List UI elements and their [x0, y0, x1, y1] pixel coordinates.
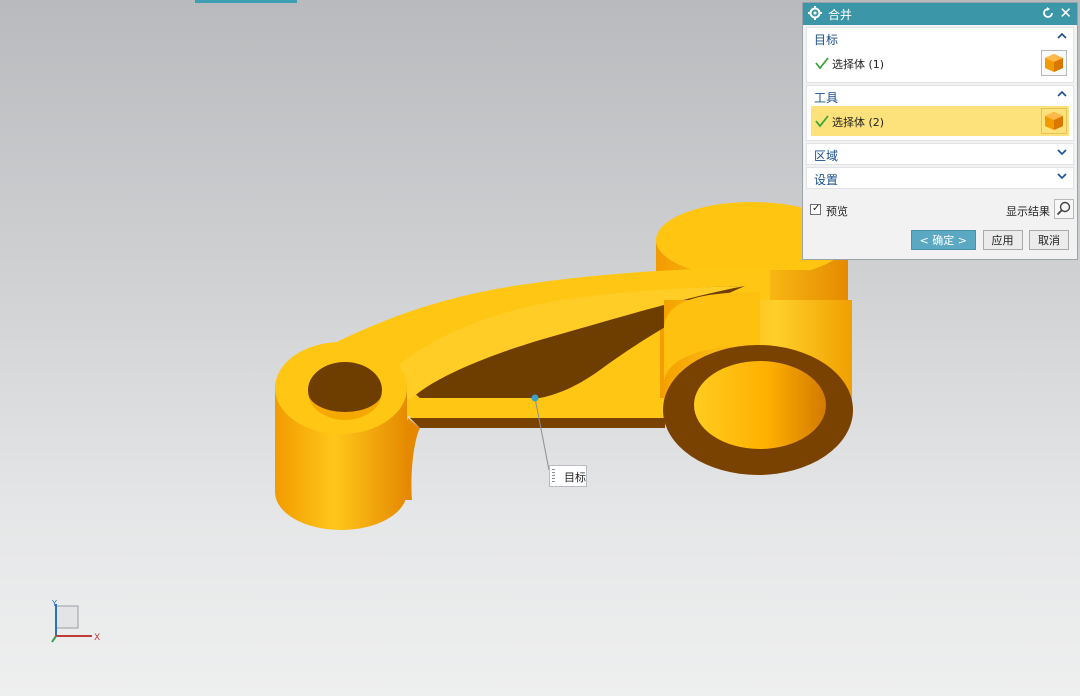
select-body-button[interactable]	[1041, 50, 1067, 76]
tool-group-label: 工具	[814, 91, 839, 105]
chevron-up-icon[interactable]	[1057, 31, 1067, 41]
show-result-label: 显示结果	[1006, 205, 1050, 218]
x-axis-label: X	[94, 633, 100, 643]
chevron-down-icon[interactable]	[1057, 171, 1067, 181]
preview-row: ✓ 预览 显示结果	[810, 199, 1074, 222]
settings-group: 设置	[806, 167, 1074, 189]
preview-label: 预览	[826, 205, 848, 218]
preview-checkbox[interactable]: ✓	[810, 203, 821, 215]
tool-group-header[interactable]: 工具	[807, 86, 1073, 106]
solid-body-icon	[1045, 54, 1063, 72]
tool-select-label: 选择体 (2)	[832, 116, 885, 129]
wcs-triad: X Y	[51, 599, 100, 643]
target-select-label: 选择体 (1)	[832, 58, 885, 71]
region-group-label: 区域	[814, 149, 839, 163]
dialog-title: 合并	[828, 8, 853, 22]
tool-group: 工具 选择体 (2)	[806, 85, 1074, 141]
check-icon	[815, 115, 829, 128]
callout-label: 目标	[564, 471, 586, 484]
show-result-button[interactable]	[1054, 199, 1074, 219]
unite-dialog[interactable]: 合并 ✕ 目标 选择体 (1) 工具 选择体 (2) 区域 设置 ✓ 预览 显示…	[802, 2, 1078, 260]
chevron-down-icon[interactable]	[1057, 147, 1067, 157]
selection-point[interactable]	[531, 394, 539, 402]
target-select-row[interactable]: 选择体 (1)	[811, 48, 1069, 78]
target-callout: 目标	[549, 465, 587, 487]
magnifier-icon	[1056, 201, 1071, 216]
solid-body-icon	[1045, 112, 1063, 130]
region-group-header[interactable]: 区域	[807, 144, 1073, 164]
ok-button[interactable]: < 确定 >	[910, 230, 976, 250]
apply-button[interactable]: 应用	[982, 230, 1023, 250]
checkmark-icon: ✓	[812, 203, 821, 214]
cancel-button[interactable]: 取消	[1029, 230, 1069, 250]
check-icon	[815, 57, 829, 70]
settings-group-header[interactable]: 设置	[807, 168, 1073, 188]
callout-grip[interactable]	[552, 469, 555, 483]
region-group: 区域	[806, 143, 1074, 165]
close-icon[interactable]: ✕	[1059, 5, 1072, 21]
tool-select-row[interactable]: 选择体 (2)	[811, 106, 1069, 136]
reset-icon[interactable]	[1041, 6, 1055, 20]
small-boss	[275, 342, 407, 530]
dialog-titlebar[interactable]: 合并 ✕	[803, 3, 1077, 25]
target-group-header[interactable]: 目标	[807, 28, 1073, 48]
dialog-buttons: < 确定 > 应用 取消	[908, 230, 1069, 250]
select-body-button[interactable]	[1041, 108, 1067, 134]
large-boss	[663, 292, 853, 475]
y-axis-label: Y	[51, 599, 57, 608]
settings-group-label: 设置	[814, 173, 839, 187]
chevron-up-icon[interactable]	[1057, 89, 1067, 99]
target-group: 目标 选择体 (1)	[806, 27, 1074, 83]
target-group-label: 目标	[814, 33, 839, 47]
gear-icon[interactable]	[808, 6, 822, 20]
